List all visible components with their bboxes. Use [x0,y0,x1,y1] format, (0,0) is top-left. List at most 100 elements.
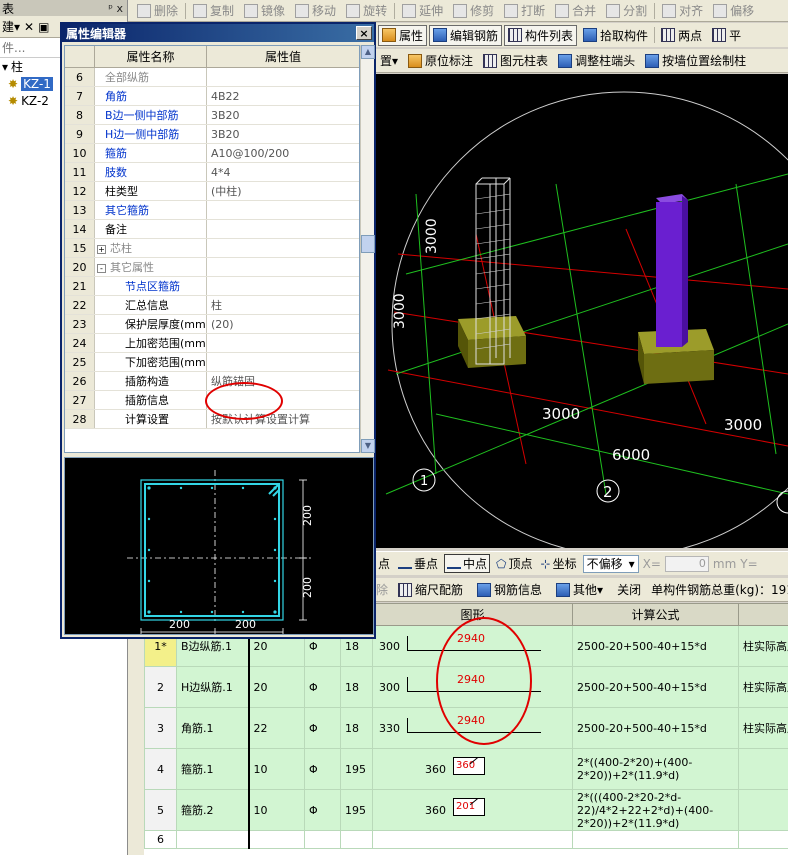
other-dropdown[interactable]: 其他▾ [552,579,607,600]
scroll-up-icon[interactable]: ▲ [361,45,375,59]
merge-button[interactable]: 合并 [552,2,599,19]
column-table-button[interactable]: 图元柱表 [479,50,552,71]
property-row[interactable]: 15 + 芯柱 [65,239,359,258]
property-editor-dialog: 属性编辑器 × 属性名称 属性值 6 全部纵筋 7 角筋 4B22 8 B边一侧中部筋 3B2… [60,22,376,639]
property-value[interactable]: 3B20 [207,125,359,143]
property-row[interactable]: 11 肢数 4*4 [65,163,359,182]
property-row[interactable]: 28 计算设置 按默认计算设置计算 [65,410,359,429]
property-row[interactable]: 8 B边一侧中部筋 3B20 [65,106,359,125]
property-row[interactable]: 10 箍筋 A10@100/200 [65,144,359,163]
property-value[interactable] [207,239,359,257]
property-value[interactable] [207,201,359,219]
new-component-button[interactable]: 建▾ [2,18,20,35]
property-value[interactable] [207,334,359,352]
property-row[interactable]: 24 上加密范围(mm) [65,334,359,353]
in-situ-mark-button[interactable]: 原位标注 [404,50,477,71]
property-row[interactable]: 20- 其它属性 [65,258,359,277]
3d-viewport[interactable]: 3000 3000 3000 3000 6000 1 2 [376,74,788,548]
trim-button[interactable]: 修剪 [450,2,497,19]
property-row-number: 11 [65,163,95,181]
snap-perpendicular[interactable]: 垂点 [396,555,440,572]
delete-button[interactable]: 删除 [134,2,181,19]
property-value[interactable]: (20) [207,315,359,333]
delete-icon[interactable]: ✕ [24,20,34,34]
pick-component-button[interactable]: 拾取构件 [579,25,652,46]
align-button[interactable]: 对齐 [659,2,706,19]
property-value[interactable]: 柱 [207,296,359,314]
two-points-button[interactable]: 两点 [657,25,706,46]
property-row[interactable]: 13 其它箍筋 [65,201,359,220]
section-drawing: 200 200 200 200 [127,470,314,634]
move-button[interactable]: 移动 [292,2,339,19]
properties-button[interactable]: 属性 [378,24,428,46]
edit-toolbar: 删除 复制 镜像 移动 旋转 延伸 修剪 打断 合并 分割 对齐 偏移 [128,0,788,22]
offset-icon [713,3,728,18]
adjust-icon [558,53,573,68]
property-value[interactable]: A10@100/200 [207,144,359,162]
copy-icon[interactable]: ▣ [38,20,49,34]
table-row[interactable]: 5 箍筋.2 10 Φ 195 360 201 2*(((400-2*20-2*… [144,789,788,831]
break-button[interactable]: 打断 [501,2,548,19]
offset-mode-select[interactable]: 不偏移 ▾ [582,554,639,573]
edit-rebar-icon [433,28,448,42]
copy-icon [193,3,208,18]
offset-button[interactable]: 偏移 [710,2,757,19]
col-header-formula: 计算公式 [572,603,739,626]
axis-label: 1 [420,474,428,489]
property-row[interactable]: 22 汇总信息柱 [65,296,359,315]
table-row[interactable]: 6 [144,830,788,849]
property-value[interactable] [207,353,359,371]
snap-coordinate[interactable]: ⊹ 坐标 [539,555,579,572]
property-value[interactable] [207,68,359,86]
property-value[interactable]: 3B20 [207,106,359,124]
property-row[interactable]: 6 全部纵筋 [65,68,359,87]
move-icon [295,3,310,18]
draw-by-wall-button[interactable]: 按墙位置绘制柱 [641,50,750,71]
component-list-button[interactable]: 构件列表 [504,24,578,46]
property-value[interactable]: (中柱) [207,182,359,200]
property-row[interactable]: 26 插筋构造 纵筋锚固 [65,372,359,391]
property-row[interactable]: 25 下加密范围(mm) [65,353,359,372]
snap-midpoint[interactable]: 中点 [444,554,491,573]
x-label: X= [642,556,661,571]
scale-rebar-button[interactable]: 缩尺配筋 [394,579,467,600]
scroll-thumb[interactable] [361,235,375,253]
adjust-column-end-button[interactable]: 调整柱端头 [554,50,639,71]
close-icon[interactable]: × [356,26,372,40]
expand-icon[interactable]: ▾ [2,60,8,74]
split-button[interactable]: 分割 [603,2,650,19]
property-value[interactable] [207,258,359,276]
snap-vertex[interactable]: ⬠ 顶点 [494,555,534,572]
property-row[interactable]: 9 H边一侧中部筋 3B20 [65,125,359,144]
pin-close-icon[interactable]: ᵖ x [108,2,123,15]
table-row[interactable]: 4 箍筋.1 10 Φ 195 360 360 2*((400-2*20)+(4… [144,748,788,790]
rebar-info-button[interactable]: 钢筋信息 [473,579,546,600]
x-input[interactable]: 0 [664,555,709,572]
copy-button[interactable]: 复制 [190,2,237,19]
dialog-title-bar[interactable]: 属性编辑器 × [62,24,374,42]
scroll-down-icon[interactable]: ▼ [361,439,375,453]
property-row[interactable]: 23 保护层厚度(mm) (20) [65,315,359,334]
property-name: 肢数 [95,163,207,181]
property-row[interactable]: 7 角筋 4B22 [65,87,359,106]
property-scrollbar[interactable]: ▲ ▼ [360,45,375,453]
property-row[interactable]: 14 备注 [65,220,359,239]
property-row[interactable]: 21 节点区箍筋 [65,277,359,296]
mirror-button[interactable]: 镜像 [241,2,288,19]
delete-row-button[interactable]: 除 [376,581,388,598]
place-dropdown[interactable]: 置▾ [376,50,402,71]
property-value[interactable] [207,277,359,295]
property-row[interactable]: 12 柱类型 (中柱) [65,182,359,201]
extend-button[interactable]: 延伸 [399,2,446,19]
expand-icon[interactable]: + [97,245,106,254]
rotate-button[interactable]: 旋转 [343,2,390,19]
property-value[interactable]: 4*4 [207,163,359,181]
property-value[interactable] [207,220,359,238]
property-row-number: 22 [65,296,95,314]
snap-point[interactable]: 点 [376,555,392,572]
close-button[interactable]: 关闭 [613,579,645,600]
parallel-button[interactable]: 平 [708,25,745,46]
collapse-icon[interactable]: - [97,264,106,273]
property-value[interactable]: 4B22 [207,87,359,105]
edit-rebar-button[interactable]: 编辑钢筋 [429,24,503,46]
